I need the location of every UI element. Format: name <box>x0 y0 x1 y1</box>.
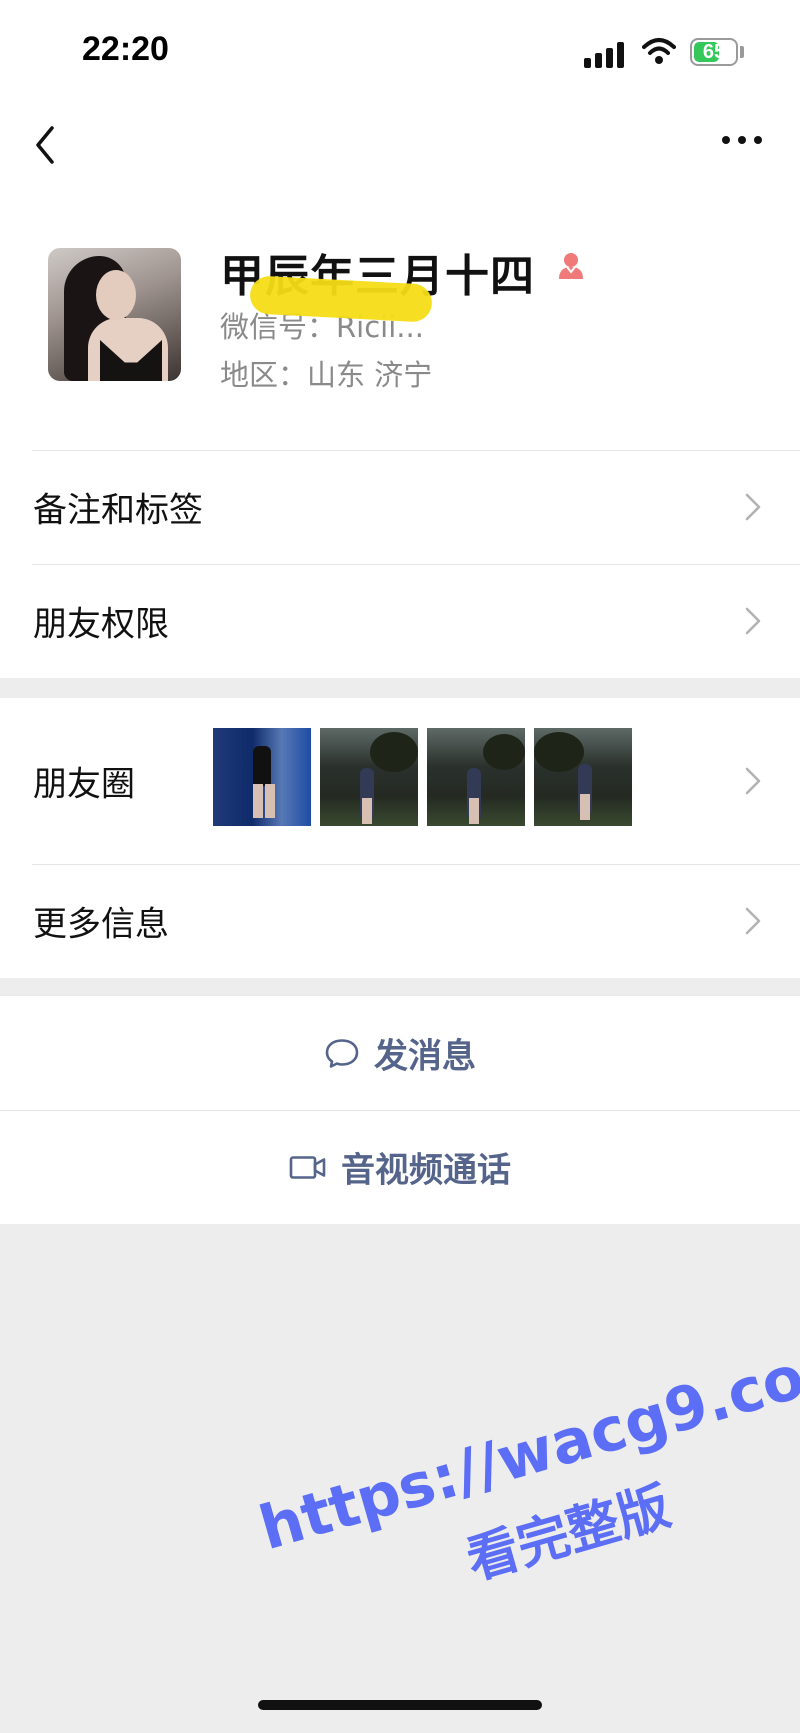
female-icon <box>559 253 583 279</box>
avatar[interactable] <box>48 248 181 381</box>
nav-bar <box>0 100 800 200</box>
more-info-label: 更多信息 <box>33 904 169 945</box>
chevron-right-icon <box>745 607 761 635</box>
chevron-right-icon <box>745 493 761 521</box>
moments-row[interactable]: 朋友圈 <box>0 698 800 864</box>
chevron-left-icon[interactable] <box>30 122 60 168</box>
battery-nub <box>740 46 744 58</box>
status-time: 22:20 <box>82 30 169 68</box>
moments-thumbnail <box>213 728 311 826</box>
actions-section: 发消息 音视频通话 <box>0 996 800 1224</box>
friend-permissions-row[interactable]: 朋友权限 <box>0 564 800 678</box>
region: 地区：山东 济宁 <box>220 358 433 392</box>
chevron-right-icon <box>745 767 761 795</box>
moments-thumbnail <box>427 728 525 826</box>
remarks-tags-label: 备注和标签 <box>33 490 203 531</box>
video-call-icon <box>289 1155 326 1179</box>
send-message-label: 发消息 <box>374 1036 476 1077</box>
remarks-tags-row[interactable]: 备注和标签 <box>0 450 800 564</box>
settings-section: 备注和标签 朋友权限 <box>0 450 800 678</box>
profile-header: 甲辰年三月十四 微信号：Ricii... 地区：山东 济宁 <box>0 200 800 450</box>
moments-thumbnail <box>320 728 418 826</box>
chat-bubble-icon <box>325 1038 359 1068</box>
wifi-icon <box>642 38 676 64</box>
moments-thumbnail <box>534 728 632 826</box>
battery-icon: 65 <box>690 38 738 66</box>
chevron-right-icon <box>745 907 761 935</box>
status-bar: 22:20 65 <box>0 0 800 100</box>
av-call-label: 音视频通话 <box>341 1150 511 1191</box>
av-call-button[interactable]: 音视频通话 <box>0 1110 800 1224</box>
moments-section: 朋友圈 更多信息 <box>0 698 800 978</box>
cellular-signal-icon <box>584 40 626 68</box>
send-message-button[interactable]: 发消息 <box>0 996 800 1110</box>
moments-label: 朋友圈 <box>33 764 135 805</box>
watermark: https://wacg9.com 看完整版 <box>230 1266 800 1651</box>
more-info-row[interactable]: 更多信息 <box>0 864 800 978</box>
home-indicator[interactable] <box>258 1700 542 1710</box>
friend-permissions-label: 朋友权限 <box>33 604 169 645</box>
battery-percent: 65 <box>702 41 726 63</box>
ellipsis-icon[interactable] <box>722 136 762 146</box>
